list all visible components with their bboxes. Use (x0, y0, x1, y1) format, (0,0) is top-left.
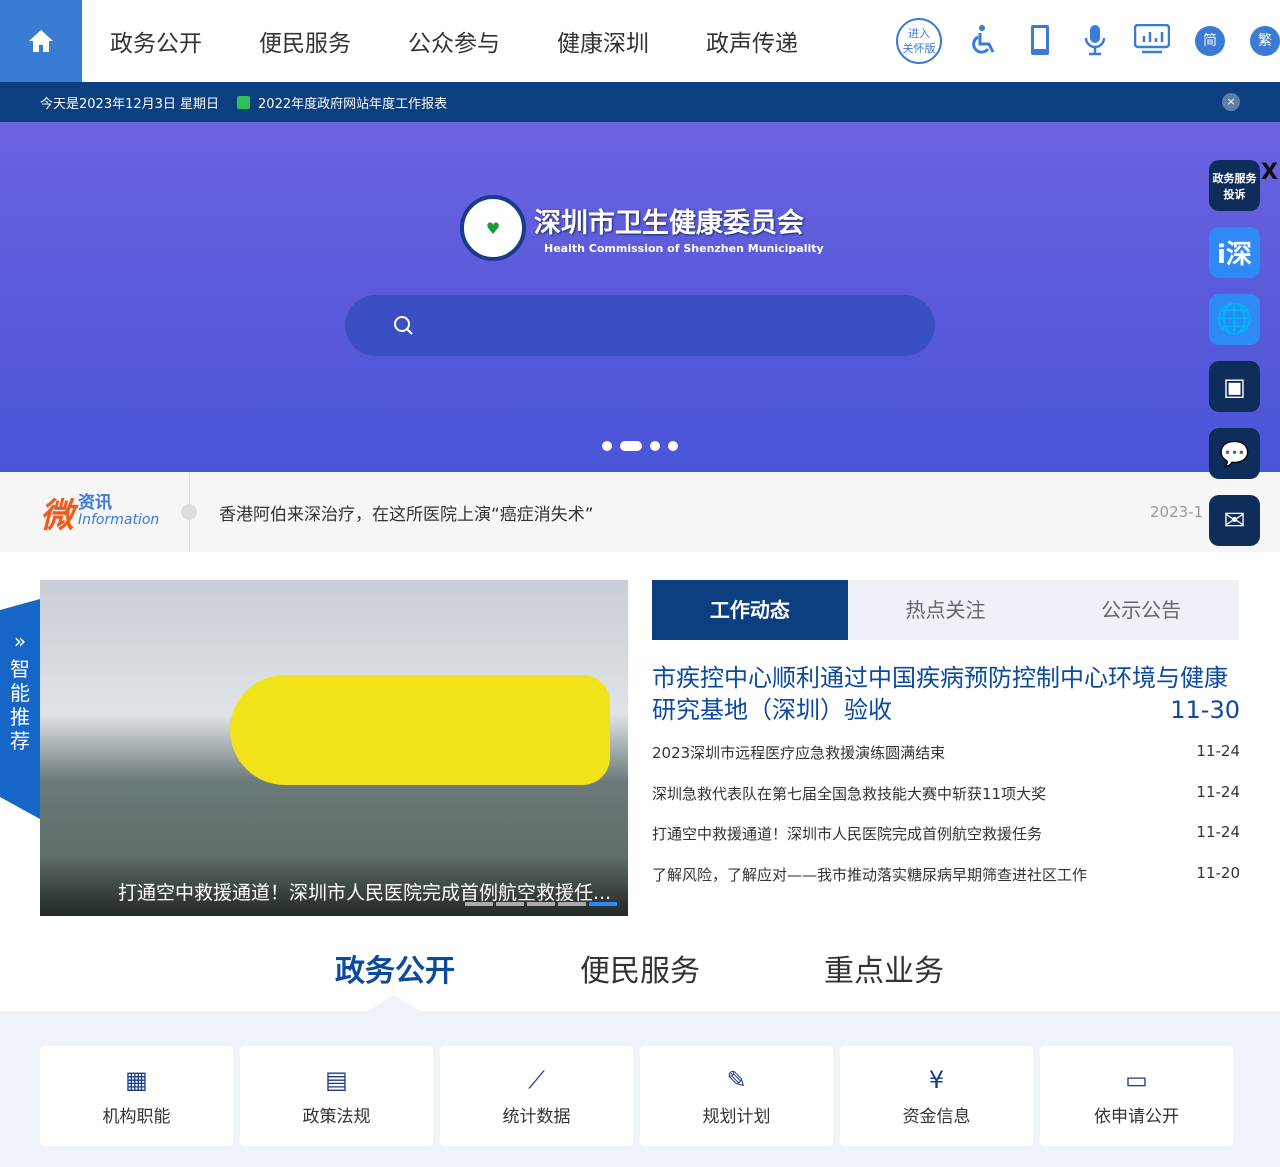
card-organization[interactable]: ▦ 机构职能 (40, 1046, 233, 1146)
site-logo[interactable]: ♥ 深圳市卫生健康委员会 Health Commission of Shenzhe… (460, 195, 824, 261)
home-icon (29, 30, 53, 52)
news-list: 2023深圳市远程医疗应急救援演练圆满结束 11-24 深圳急救代表队在第七届全国… (652, 742, 1240, 904)
hero-banner: ♥ 深圳市卫生健康委员会 Health Commission of Shenzhe… (0, 122, 1280, 472)
card-policy[interactable]: ▤ 政策法规 (240, 1046, 433, 1146)
search-icon (394, 315, 413, 335)
news-tabs: 工作动态 热点关注 公示公告 (652, 580, 1239, 640)
document-icon: ▭ (1125, 1066, 1148, 1094)
list-item[interactable]: 了解风险，了解应对——我市推动落实糖尿病早期筛查进社区工作 11-20 (652, 864, 1240, 905)
annual-report-link[interactable]: 2022年度政府网站年度工作报表 (237, 93, 447, 112)
tab-work-news[interactable]: 工作动态 (652, 580, 848, 640)
microphone-icon[interactable] (1084, 24, 1106, 56)
slide-caption[interactable]: 打通空中救援通道！深圳市人民医院完成首例航空救援任... (40, 856, 628, 916)
carousel-dot[interactable] (650, 441, 660, 451)
card-disclosure-request[interactable]: ▭ 依申请公开 (1040, 1046, 1233, 1146)
ticker-date: 2023-1 (1150, 503, 1204, 521)
globe-icon[interactable]: 🌐 (1209, 294, 1260, 345)
report-icon (237, 95, 251, 109)
section-tab-key-business[interactable]: 重点业务 (824, 946, 944, 990)
search-input[interactable] (345, 295, 935, 356)
section-tab-services[interactable]: 便民服务 (580, 946, 700, 990)
active-indicator (368, 995, 420, 1011)
slide-indicator[interactable] (496, 902, 524, 906)
mobile-icon[interactable] (1030, 24, 1050, 56)
close-bar-button[interactable]: × (1222, 93, 1240, 111)
section-tab-gov-affairs[interactable]: 政务公开 (335, 946, 455, 990)
tab-announcements[interactable]: 公示公告 (1043, 580, 1239, 640)
slide-indicator[interactable] (589, 902, 617, 906)
ticker-headline[interactable]: 香港阿伯来深治疗，在这所医院上演“癌症消失术” (219, 500, 594, 525)
floating-toolbar: 政务服务投诉 i深 🌐 ▣ 💬 ✉ (1209, 160, 1260, 546)
card-statistics[interactable]: ⟋ 统计数据 (440, 1046, 633, 1146)
slide-indicator[interactable] (527, 902, 555, 906)
robot-icon[interactable]: ▣ (1209, 361, 1260, 412)
slide-indicator[interactable] (558, 902, 586, 906)
current-date: 今天是2023年12月3日 星期日 (40, 96, 220, 112)
news-ticker: 微 资讯 Information 香港阿伯来深治疗，在这所医院上演“癌症消失术” … (0, 472, 1280, 552)
building-icon: ▦ (125, 1066, 148, 1094)
book-icon: ▤ (325, 1066, 348, 1094)
nav-item[interactable]: 便民服务 (259, 24, 351, 58)
news-slideshow[interactable]: 打通空中救援通道！深圳市人民医院完成首例航空救援任... (40, 580, 628, 916)
section-tabs: 政务公开 便民服务 重点业务 (0, 932, 1280, 1011)
card-planning[interactable]: ✎ 规划计划 (640, 1046, 833, 1146)
nav-item[interactable]: 公众参与 (408, 24, 500, 58)
smart-recommend-tab[interactable]: » 智能推荐 (0, 599, 40, 819)
accessibility-icon[interactable] (970, 24, 1000, 56)
screen-reader-icon[interactable] (1134, 24, 1170, 54)
nav-item[interactable]: 健康深圳 (557, 24, 649, 58)
simplified-chinese-button[interactable]: 简 (1195, 26, 1225, 56)
traditional-chinese-button[interactable]: 繁 (1250, 26, 1280, 56)
list-item[interactable]: 深圳急救代表队在第七届全国急救技能大赛中斩获11项大奖 11-24 (652, 783, 1240, 824)
carousel-dot[interactable] (668, 441, 678, 451)
info-bar: 今天是2023年12月3日 星期日 2022年度政府网站年度工作报表 × (0, 82, 1280, 122)
micro-news-logo: 微 资讯 Information (0, 472, 190, 552)
close-float-button[interactable]: X (1261, 160, 1278, 185)
carousel-dot[interactable] (620, 441, 642, 451)
helicopter-image (230, 675, 610, 785)
headline-news[interactable]: 市疾控中心顺利通过中国疾病预防控制中心环境与健康研究基地（深圳）验收 11-30 (652, 662, 1240, 726)
list-item[interactable]: 2023深圳市远程医疗应急救援演练圆满结束 11-24 (652, 742, 1240, 783)
emblem-icon: ♥ (460, 195, 526, 261)
card-funding[interactable]: ¥ 资金信息 (840, 1046, 1033, 1146)
chat-icon[interactable]: 💬 (1209, 428, 1260, 479)
tab-hot-topics[interactable]: 热点关注 (848, 580, 1044, 640)
list-item[interactable]: 打通空中救援通道！深圳市人民医院完成首例航空救援任务 11-24 (652, 823, 1240, 864)
yuan-icon: ¥ (928, 1066, 945, 1094)
news-section: 打通空中救援通道！深圳市人民医院完成首例航空救援任... » 智能推荐 工作动态 … (0, 552, 1280, 932)
main-nav: 政务公开 便民服务 公众参与 健康深圳 政声传递 (110, 24, 855, 58)
care-mode-button[interactable]: 进入 关怀版 (896, 18, 942, 64)
complaint-button[interactable]: 政务服务投诉 (1209, 160, 1260, 211)
ticker-dot-icon (181, 504, 197, 520)
i-shenzhen-icon[interactable]: i深 (1209, 227, 1260, 278)
line-chart-icon: ⟋ (528, 1066, 545, 1094)
slide-indicator[interactable] (465, 902, 493, 906)
gov-affairs-cards: ▦ 机构职能 ▤ 政策法规 ⟋ 统计数据 ✎ 规划计划 ¥ 资金信息 ▭ 依申请公开 (0, 1011, 1280, 1167)
carousel-dot[interactable] (602, 441, 612, 451)
carousel-dots (602, 441, 678, 451)
nav-item[interactable]: 政声传递 (706, 24, 798, 58)
header: 政务公开 便民服务 公众参与 健康深圳 政声传递 进入 关怀版 简 繁 (0, 0, 1280, 82)
nav-item[interactable]: 政务公开 (110, 24, 202, 58)
slide-indicators (465, 902, 617, 906)
home-button[interactable] (0, 0, 82, 82)
mail-icon[interactable]: ✉ (1209, 495, 1260, 546)
plan-icon: ✎ (726, 1066, 747, 1094)
